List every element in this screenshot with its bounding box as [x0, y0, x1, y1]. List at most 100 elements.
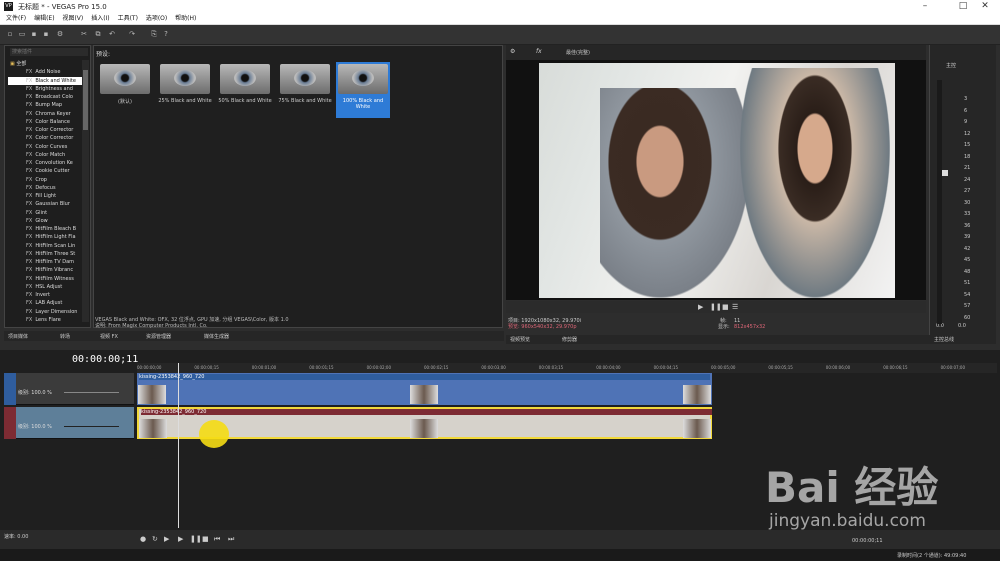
- fx-list-item[interactable]: FX Black and White: [8, 76, 82, 85]
- pause-icon[interactable]: ❚❚: [710, 303, 722, 311]
- fx-list-item[interactable]: FX Bump Map: [8, 101, 82, 109]
- fx-list-item[interactable]: FX Invert: [8, 291, 82, 299]
- menu-help[interactable]: 帮助(H): [175, 13, 196, 25]
- menu-file[interactable]: 文件(F): [6, 13, 26, 25]
- track-level: 级别: 100.0 %: [18, 390, 52, 396]
- fx-list-item[interactable]: FX Fill Light: [8, 192, 82, 200]
- fx-list-item[interactable]: FX Add Noise: [8, 68, 82, 76]
- fx-list-item[interactable]: FX Chroma Keyer: [8, 110, 82, 118]
- menu-view[interactable]: 视图(V): [62, 13, 83, 25]
- pause-icon[interactable]: ❚❚: [190, 535, 202, 543]
- fx-list-item[interactable]: FX HitFilm Bleach B: [8, 225, 82, 233]
- tab-master-bus[interactable]: 主控总线: [934, 336, 954, 343]
- redo-icon[interactable]: ↷: [128, 30, 136, 38]
- track-header[interactable]: 级别: 100.0 %: [4, 373, 134, 405]
- fx-icon[interactable]: fx: [536, 48, 542, 55]
- go-start-icon[interactable]: ⏮: [214, 535, 220, 543]
- fx-list-item[interactable]: FX HSL Adjust: [8, 283, 82, 291]
- fx-badge: FX: [26, 308, 33, 315]
- properties-icon[interactable]: ⚙: [56, 30, 64, 38]
- tab-project-media[interactable]: 项目媒体: [8, 333, 28, 340]
- meter-tick: 33: [964, 211, 971, 217]
- tab-transitions[interactable]: 转场: [60, 333, 70, 340]
- fx-badge: FX: [26, 118, 33, 125]
- cut-icon[interactable]: ✂: [80, 30, 88, 38]
- fx-list-item[interactable]: FX Convolution Ke: [8, 159, 82, 167]
- fx-list-item[interactable]: FX Cookie Cutter: [8, 167, 82, 175]
- clip-thumbnail: [410, 419, 438, 438]
- stop-icon[interactable]: ■: [722, 303, 729, 311]
- tab-video-fx[interactable]: 视频 FX: [100, 333, 118, 340]
- quality-select[interactable]: 最佳(完整): [566, 49, 590, 56]
- record-icon[interactable]: ●: [140, 535, 146, 543]
- menu-insert[interactable]: 插入(I): [91, 13, 109, 25]
- fx-list-item[interactable]: FX Broadcast Colo: [8, 93, 82, 101]
- eye-thumbnail: [280, 64, 330, 94]
- fx-list-item[interactable]: FX Gaussian Blur: [8, 200, 82, 208]
- fx-list-item[interactable]: FX Color Balance: [8, 118, 82, 126]
- menu-tools[interactable]: 工具(T): [118, 13, 138, 25]
- fx-list-item[interactable]: FX Crop: [8, 176, 82, 184]
- stop-icon[interactable]: ■: [202, 535, 209, 543]
- fx-list-item[interactable]: FX Defocus: [8, 184, 82, 192]
- render-icon[interactable]: ⎘: [150, 30, 158, 38]
- preset-item[interactable]: 25% Black and White: [158, 64, 212, 116]
- fx-list-item[interactable]: FX Color Corrector: [8, 126, 82, 134]
- tab-video-preview[interactable]: 视频预览: [510, 336, 530, 343]
- undo-icon[interactable]: ↶: [108, 30, 116, 38]
- save-as-icon[interactable]: ▪: [42, 30, 50, 38]
- close-button[interactable]: ✕: [970, 0, 1000, 13]
- fx-list-item[interactable]: FX Glint: [8, 209, 82, 217]
- menu-icon[interactable]: ☰: [732, 303, 738, 311]
- fx-list-item[interactable]: FX Color Corrector: [8, 134, 82, 142]
- fx-badge: FX: [26, 226, 33, 232]
- tab-media-generators[interactable]: 媒体生成器: [204, 333, 229, 340]
- preset-item[interactable]: 75% Black and White: [278, 64, 332, 116]
- copy-icon[interactable]: ⧉: [94, 30, 102, 38]
- fx-list-item[interactable]: FX Color Match: [8, 151, 82, 159]
- menu-options[interactable]: 选项(O): [146, 13, 167, 25]
- playhead[interactable]: [178, 363, 179, 528]
- fx-list-item[interactable]: FX HitFilm Vibranc: [8, 266, 82, 274]
- fx-list-item[interactable]: FX Color Curves: [8, 143, 82, 151]
- settings-icon[interactable]: ⚙: [510, 48, 515, 55]
- fx-list-item[interactable]: FX LAB Adjust: [8, 299, 82, 307]
- meter-tick: 57: [964, 303, 971, 309]
- help-icon[interactable]: ?: [162, 30, 170, 38]
- fx-list-item[interactable]: FX Layer Dimension: [8, 308, 82, 316]
- preset-item-selected[interactable]: 100% Black and White: [336, 62, 390, 118]
- tab-trimmer[interactable]: 修剪器: [562, 336, 577, 343]
- fx-list-item[interactable]: FX HitFilm Three St: [8, 250, 82, 258]
- track-header[interactable]: 级别: 100.0 %: [4, 407, 134, 439]
- fx-list-item[interactable]: FX HitFilm Witness: [8, 275, 82, 283]
- minimize-button[interactable]: –: [910, 0, 940, 13]
- fx-item-label: Glow: [35, 217, 48, 224]
- play-icon[interactable]: ▶: [698, 303, 703, 311]
- play-from-start-icon[interactable]: ▶: [164, 535, 169, 543]
- play-icon[interactable]: ▶: [178, 535, 183, 543]
- fx-list-item[interactable]: FX Brightness and: [8, 85, 82, 93]
- fx-list-item[interactable]: FX Glow: [8, 217, 82, 225]
- tree-root[interactable]: ▣ 全部: [8, 60, 82, 68]
- open-icon[interactable]: ▭: [18, 30, 26, 38]
- fx-list-item[interactable]: FX HitFilm Light Fla: [8, 233, 82, 241]
- scroll-thumb[interactable]: [83, 70, 88, 130]
- loop-icon[interactable]: ↻: [152, 535, 158, 543]
- meter-scale: 3 6 9 12 15 18 21 24 27 30 33 36 39 42 45 48 51 54 57 60: [964, 96, 974, 326]
- go-end-icon[interactable]: ⏭: [228, 535, 234, 543]
- fx-item-label: Convolution Ke: [35, 160, 73, 166]
- save-icon[interactable]: ▪: [30, 30, 38, 38]
- fx-list-item[interactable]: FX HitFilm TV Dam: [8, 258, 82, 266]
- fx-scrollbar[interactable]: [82, 60, 89, 322]
- volume-fader-track[interactable]: [937, 80, 942, 324]
- level-slider[interactable]: [64, 426, 119, 427]
- fx-list-item[interactable]: FX Lens Flare: [8, 316, 82, 324]
- new-icon[interactable]: ▫: [6, 30, 14, 38]
- preset-item[interactable]: 50% Black and White: [218, 64, 272, 116]
- menu-edit[interactable]: 编辑(E): [34, 13, 54, 25]
- fx-list-item[interactable]: FX HitFilm Scan Lin: [8, 242, 82, 250]
- fx-search-input[interactable]: 搜索插件: [10, 48, 88, 56]
- tab-explorer[interactable]: 资源管理器: [146, 333, 171, 340]
- level-slider[interactable]: [64, 392, 119, 393]
- preset-item[interactable]: (默认): [98, 64, 152, 116]
